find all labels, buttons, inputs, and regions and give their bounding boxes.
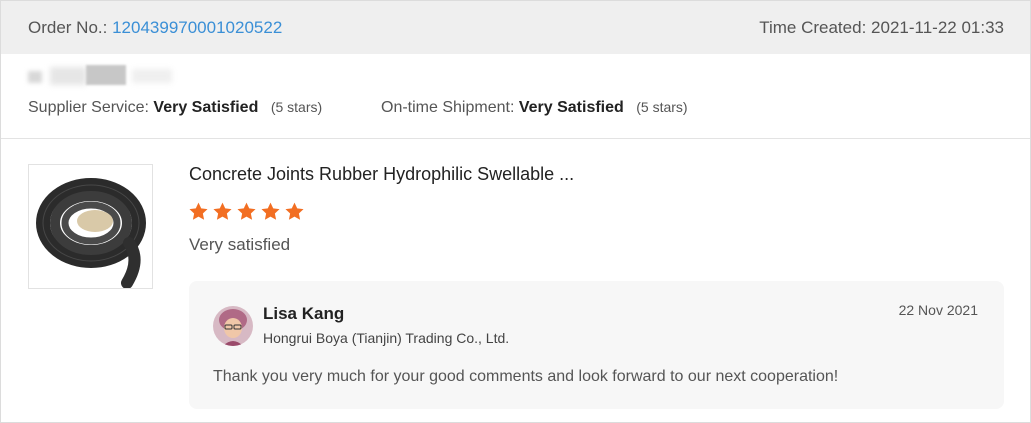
supplier-service-label: Supplier Service: [28, 99, 149, 116]
reply-message: Thank you very much for your good commen… [213, 368, 839, 385]
star-icon [237, 202, 256, 220]
shipment-stars: (5 stars) [636, 99, 688, 115]
star-rating [188, 201, 305, 223]
supplier-service-value: Very Satisfied [153, 99, 259, 116]
reply-company: Hongrui Boya (Tianjin) Trading Co., Ltd. [263, 330, 510, 346]
reply-author-name: Lisa Kang [263, 304, 345, 323]
reply-date: 22 Nov 2021 [898, 302, 978, 318]
supplier-reply: Lisa Kang Hongrui Boya (Tianjin) Trading… [189, 281, 1004, 409]
rubber-strip-coil-image [29, 165, 152, 288]
order-number-row: Order No.: 120439970001020522 [28, 18, 282, 38]
order-number-link[interactable]: 120439970001020522 [112, 18, 282, 37]
order-header: Order No.: 120439970001020522 Time Creat… [1, 1, 1030, 54]
star-icon [285, 202, 304, 220]
redaction-block [132, 69, 172, 83]
product-title[interactable]: Concrete Joints Rubber Hydrophilic Swell… [189, 164, 574, 185]
redaction-block [86, 65, 126, 85]
star-icon [213, 202, 232, 220]
shipment-rating: On-time Shipment: Very Satisfied (5 star… [381, 99, 688, 117]
shipment-label: On-time Shipment: [381, 99, 515, 116]
time-created-value: 2021-11-22 01:33 [871, 18, 1004, 37]
redaction-block [50, 67, 86, 85]
supplier-service-rating: Supplier Service: Very Satisfied (5 star… [28, 99, 322, 117]
time-created: Time Created: 2021-11-22 01:33 [759, 18, 1004, 38]
user-avatar-icon [213, 306, 253, 346]
supplier-service-stars: (5 stars) [270, 99, 323, 115]
product-thumbnail[interactable] [28, 164, 153, 289]
order-number-label: Order No.: [28, 18, 108, 37]
review-text: Very satisfied [189, 235, 291, 254]
avatar [213, 306, 253, 346]
shipment-value: Very Satisfied [518, 99, 624, 116]
buyer-name-redacted [28, 63, 178, 87]
star-icon [189, 202, 208, 220]
redaction-block [28, 71, 42, 83]
order-review-card: Order No.: 120439970001020522 Time Creat… [0, 0, 1031, 423]
divider [1, 138, 1030, 139]
time-created-label: Time Created: [759, 18, 867, 37]
star-icon [261, 202, 280, 220]
